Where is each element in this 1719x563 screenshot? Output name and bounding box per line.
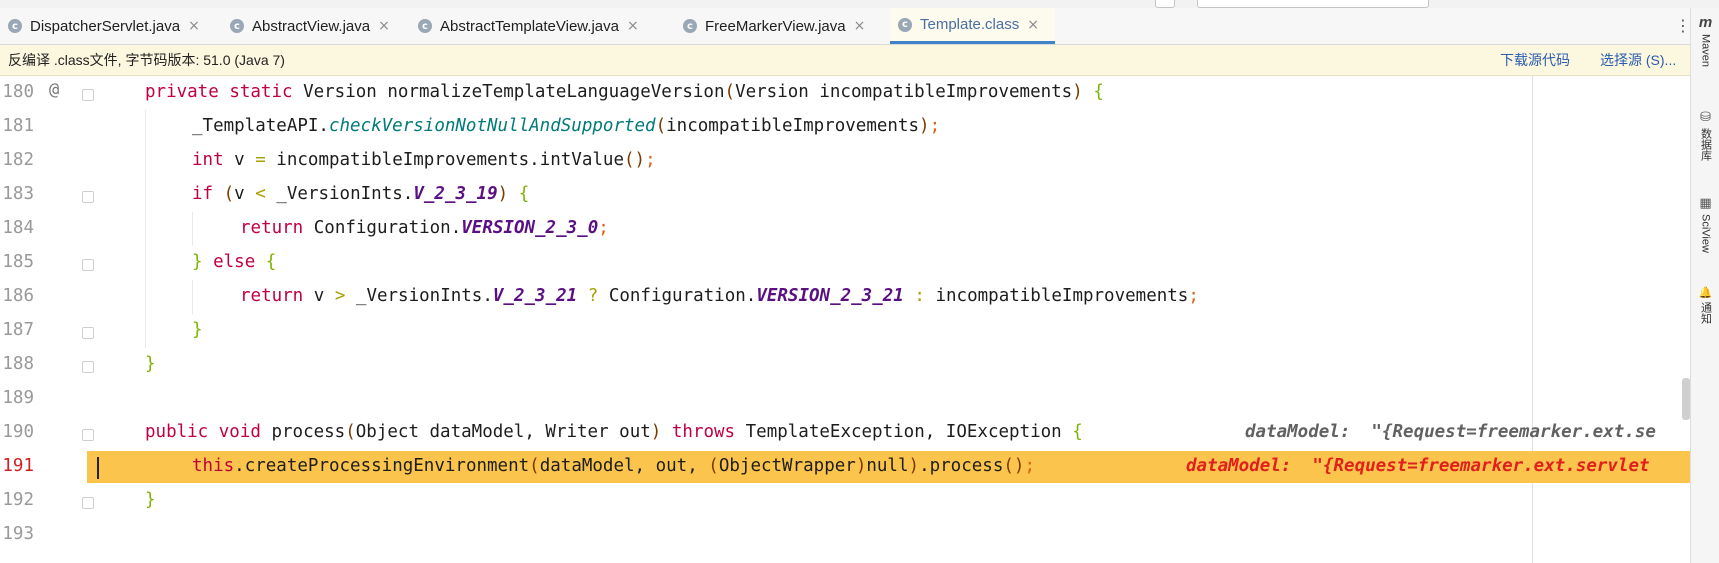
tab-abstracttemplateview[interactable]: c AbstractTemplateView.java ×: [410, 8, 675, 44]
code-line: 182 int v = incompatibleImprovements.int…: [0, 144, 1690, 178]
tab-label: Template.class: [920, 16, 1020, 33]
notifications-label: 通知: [1699, 302, 1712, 324]
database-icon: ⛁: [1700, 110, 1711, 125]
code-text: }: [145, 490, 156, 510]
close-icon[interactable]: ×: [627, 18, 639, 34]
line-number: 181: [2, 116, 34, 136]
code-text: return Configuration.VERSION_2_3_0;: [240, 218, 609, 238]
fold-icon[interactable]: [82, 327, 94, 339]
fold-icon[interactable]: [82, 361, 94, 373]
fold-icon[interactable]: [82, 497, 94, 509]
close-icon[interactable]: ×: [378, 18, 390, 34]
code-line: 190 public void process(Object dataModel…: [0, 416, 1690, 450]
sciview-tool-button[interactable]: ▦ SciView: [1691, 196, 1719, 253]
inline-debug-value[interactable]: dataModel: "{Request=freemarker.ext.serv…: [1186, 456, 1650, 476]
line-number: 182: [2, 150, 34, 170]
code-text: this.createProcessingEnvironment(dataMod…: [192, 456, 1035, 476]
tab-label: AbstractTemplateView.java: [440, 17, 619, 35]
class-c-icon: c: [898, 17, 912, 32]
maven-icon: m: [1698, 14, 1713, 31]
code-text: _TemplateAPI.checkVersionNotNullAndSuppo…: [192, 116, 941, 136]
code-text: private static Version normalizeTemplate…: [145, 82, 1104, 102]
close-icon[interactable]: ×: [1027, 17, 1039, 33]
tab-freemarkerview[interactable]: c FreeMarkerView.java ×: [675, 8, 890, 44]
code-text: if (v < _VersionInts.V_2_3_19) {: [192, 184, 530, 204]
class-c-icon: c: [683, 19, 697, 33]
code-line: 193: [0, 518, 1690, 552]
tab-label: FreeMarkerView.java: [705, 17, 846, 35]
line-number: 187: [2, 320, 34, 340]
maven-label: Maven: [1699, 34, 1712, 68]
tab-label: AbstractView.java: [252, 17, 371, 35]
code-text: int v = incompatibleImprovements.intValu…: [192, 150, 656, 170]
sciview-label: SciView: [1699, 214, 1712, 253]
code-text: return v > _VersionInts.V_2_3_21 ? Confi…: [240, 286, 1199, 306]
code-line: 184 return Configuration.VERSION_2_3_0;: [0, 212, 1690, 246]
code-line: 186 return v > _VersionInts.V_2_3_21 ? C…: [0, 280, 1690, 314]
sciview-icon: ▦: [1699, 196, 1712, 211]
current-execution-line: 191 this.createProcessingEnvironment(dat…: [0, 450, 1690, 484]
code-line: 189: [0, 382, 1690, 416]
code-text: public void process(Object dataModel, Wr…: [145, 422, 1083, 442]
decompiled-notice-bar: 反编译 .class文件, 字节码版本: 51.0 (Java 7) 下载源代码…: [0, 45, 1690, 76]
line-number: 189: [2, 388, 34, 408]
code-line: 192 }: [0, 484, 1690, 518]
maven-tool-button[interactable]: m Maven: [1691, 14, 1719, 67]
more-icon[interactable]: ⋮: [1675, 16, 1691, 35]
notifications-tool-button[interactable]: 🔔 通知: [1691, 286, 1719, 324]
class-c-icon: c: [8, 19, 22, 33]
choose-sources-link[interactable]: 选择源 (S)...: [1600, 50, 1676, 70]
code-line: 181 _TemplateAPI.checkVersionNotNullAndS…: [0, 110, 1690, 144]
line-number: 188: [2, 354, 34, 374]
fold-icon[interactable]: [82, 259, 94, 271]
close-icon[interactable]: ×: [188, 18, 200, 34]
fold-icon[interactable]: [82, 429, 94, 441]
decompiled-message: 反编译 .class文件, 字节码版本: 51.0 (Java 7): [8, 52, 285, 68]
override-marker-icon[interactable]: @: [49, 80, 59, 100]
code-text: }: [145, 354, 156, 374]
bell-icon: 🔔: [1698, 286, 1713, 299]
line-number: 193: [2, 524, 34, 544]
code-text: }: [192, 320, 203, 340]
code-line: 183 if (v < _VersionInts.V_2_3_19) {: [0, 178, 1690, 212]
line-number: 184: [2, 218, 34, 238]
close-icon[interactable]: ×: [854, 18, 866, 34]
tab-template-class[interactable]: c Template.class ×: [890, 8, 1055, 44]
code-line: 185 } else {: [0, 246, 1690, 280]
code-line: 180 @ private static Version normalizeTe…: [0, 76, 1690, 110]
line-number: 183: [2, 184, 34, 204]
tab-abstractview[interactable]: c AbstractView.java ×: [222, 8, 410, 44]
line-number: 185: [2, 252, 34, 272]
code-line: 187 }: [0, 314, 1690, 348]
inline-debug-value[interactable]: dataModel: "{Request=freemarker.ext.se: [1245, 422, 1656, 442]
line-number: 186: [2, 286, 34, 306]
database-tool-button[interactable]: ⛁ 数据库: [1691, 110, 1719, 161]
line-number: 180: [2, 82, 34, 102]
fold-icon[interactable]: [82, 191, 94, 203]
class-c-icon: c: [230, 19, 244, 33]
right-tool-window-bar: m Maven ⛁ 数据库 ▦ SciView 🔔 通知: [1690, 8, 1719, 563]
text-caret: [97, 457, 99, 479]
line-number: 190: [2, 422, 34, 442]
run-config-fragment[interactable]: [1197, 0, 1429, 8]
line-number: 191: [2, 456, 34, 476]
tab-dispatcherservlet[interactable]: c DispatcherServlet.java ×: [0, 8, 230, 44]
class-c-icon: c: [418, 19, 432, 33]
code-editor[interactable]: 180 @ private static Version normalizeTe…: [0, 76, 1690, 563]
line-number: 192: [2, 490, 34, 510]
editor-tab-bar: c DispatcherServlet.java × c AbstractVie…: [0, 8, 1719, 45]
tab-label: DispatcherServlet.java: [30, 17, 181, 35]
download-sources-link[interactable]: 下载源代码: [1500, 50, 1570, 70]
code-line: 188 }: [0, 348, 1690, 382]
nav-back-fragment[interactable]: [1155, 0, 1175, 8]
database-label: 数据库: [1699, 128, 1712, 161]
fold-icon[interactable]: [82, 89, 94, 101]
code-text: } else {: [192, 252, 277, 272]
